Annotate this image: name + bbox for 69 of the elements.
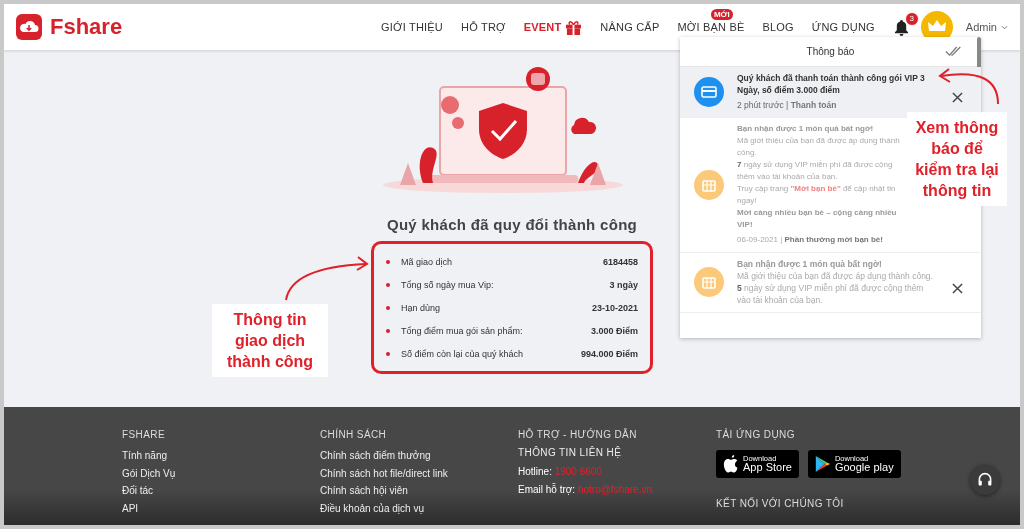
notification-text: Mã giới thiệu của bạn đã được áp dụng thành công.	[737, 270, 934, 282]
footer-heading: HỖ TRỢ - HƯỚNG DẪN	[518, 429, 638, 440]
brand-name[interactable]: Fshare	[50, 14, 123, 40]
detail-value: 6184458	[602, 256, 638, 267]
nav-link[interactable]: NÂNG CẤP	[600, 21, 660, 33]
notification-text: Mã giới thiệu của bạn đã được áp dụng thành công.	[737, 135, 901, 159]
panel-title: Thông báo	[806, 46, 855, 57]
notification-item[interactable]: Quý khách đã thanh toán thành công gói VIP 3 Ngày, số điểm 3.000 điểm 2 phút trước | Thanh toán	[680, 67, 981, 118]
notification-meta: 06-09-2021 | Phần thưởng mời bạn bè!	[737, 234, 884, 246]
annotation-tooltip: Thông tin giao dịch thành công	[212, 304, 328, 377]
footer-heading: CHÍNH SÁCH	[320, 429, 388, 440]
nav-link[interactable]: BLOG	[762, 21, 794, 33]
notification-meta: 2 phút trước | Thanh toán	[737, 99, 838, 111]
bullet-icon	[386, 328, 390, 333]
nav-link[interactable]: ỨNG DỤNG	[811, 21, 875, 33]
footer-link[interactable]: Điều khoản của dịch vụ	[320, 499, 518, 517]
footer-heading: THÔNG TIN LIÊN HỆ	[518, 447, 623, 458]
mark-all-read-icon[interactable]	[945, 46, 963, 57]
footer-link[interactable]: API	[122, 499, 320, 517]
notification-heading: Bạn nhận được 1 món quà bất ngờ!	[737, 258, 883, 270]
notification-item[interactable]: Bạn nhận được 1 món quà bất ngờ! Mã giới thiệu của bạn đã được áp dụng thành công. 5 ngày sử dụng VIP miễn phí đã được cộng thêm vào tài khoản của bạn.	[680, 253, 981, 313]
bullet-icon	[386, 305, 390, 310]
footer-link[interactable]: Chính sách hội viên	[320, 482, 518, 500]
footer-heading: KẾT NỐI VỚI CHÚNG TÔI	[716, 498, 845, 509]
footer-link[interactable]: Tính năng	[122, 447, 320, 465]
detail-label: Tổng số ngày mua Vip:	[401, 279, 495, 290]
detail-value: 994.000 Điểm	[580, 348, 638, 359]
detail-label: Hạn dùng	[401, 302, 442, 313]
footer-link[interactable]: Đối tác	[122, 482, 320, 500]
footer-heading: TẢI ỨNG DỤNG	[716, 429, 796, 440]
bullet-icon	[386, 259, 390, 264]
notification-text: Quý khách đã thanh toán thành công gói VIP 3 Ngày, số điểm 3.000 điểm	[737, 72, 926, 96]
annotation-tooltip: Xem thông báo để kiểm tra lại thông tin	[907, 112, 1007, 206]
detail-value: 3 ngày	[609, 279, 638, 290]
bullet-icon	[386, 282, 390, 287]
footer-link[interactable]: Gói Dịch Vụ	[122, 464, 320, 482]
close-icon[interactable]	[952, 92, 963, 103]
nav-link[interactable]: GIỚI THIỆU	[381, 21, 443, 33]
notification-heading: Mời càng nhiều bạn bè – cộng càng nhiều VIP!	[737, 207, 898, 231]
detail-value: 23-10-2021	[591, 302, 638, 313]
caret-icon	[1001, 24, 1008, 30]
notification-heading: Bạn nhận được 1 món quà bất ngờ!	[737, 123, 875, 135]
success-title: Quý khách đã quy đổi thành công	[386, 216, 638, 233]
detail-label: Số điểm còn lại của quý khách	[401, 348, 525, 359]
nav-link[interactable]: HỖ TRỢ	[461, 21, 506, 33]
detail-label: Tổng điểm mua gói sản phẩm:	[401, 325, 524, 336]
detail-label: Mã giao dịch	[401, 256, 454, 267]
detail-value: 3.000 Điểm	[590, 325, 638, 336]
notification-text: 7 ngày sử dụng VIP miễn phí đã được cộng thêm vào tài khoản của bạn.	[737, 159, 894, 183]
headset-icon	[977, 472, 993, 488]
user-menu[interactable]: Admin	[965, 21, 1008, 33]
nav-link[interactable]: EVENT	[523, 21, 562, 33]
hotline-label: Hotline:	[518, 466, 552, 477]
footer-link[interactable]: Chính sách điểm thưởng	[320, 447, 518, 465]
close-icon[interactable]	[952, 282, 963, 294]
notification-text: Truy cập trang "Mời bạn bè" để cập nhật tin ngay!	[737, 183, 897, 207]
new-badge: MỚI	[710, 9, 733, 20]
footer-heading: FSHARE	[122, 429, 166, 440]
cloud-logo-icon	[16, 14, 42, 40]
nav-link[interactable]: MỜI BẠN BÈ	[677, 21, 745, 33]
notification-text: 5 ngày sử dụng VIP miễn phí đã được cộng thêm vào tài khoản của bạn.	[737, 282, 925, 306]
support-button[interactable]	[970, 465, 1000, 495]
notification-count-badge: 3	[904, 11, 919, 26]
notification-bell-icon[interactable]	[893, 18, 909, 36]
bullet-icon	[386, 351, 390, 356]
card-icon	[694, 76, 724, 107]
footer-link[interactable]: Chính sách hot file/direct link	[320, 464, 518, 482]
annotation-arrow	[938, 68, 999, 105]
email-label: Email hỗ trợ:	[518, 484, 576, 495]
